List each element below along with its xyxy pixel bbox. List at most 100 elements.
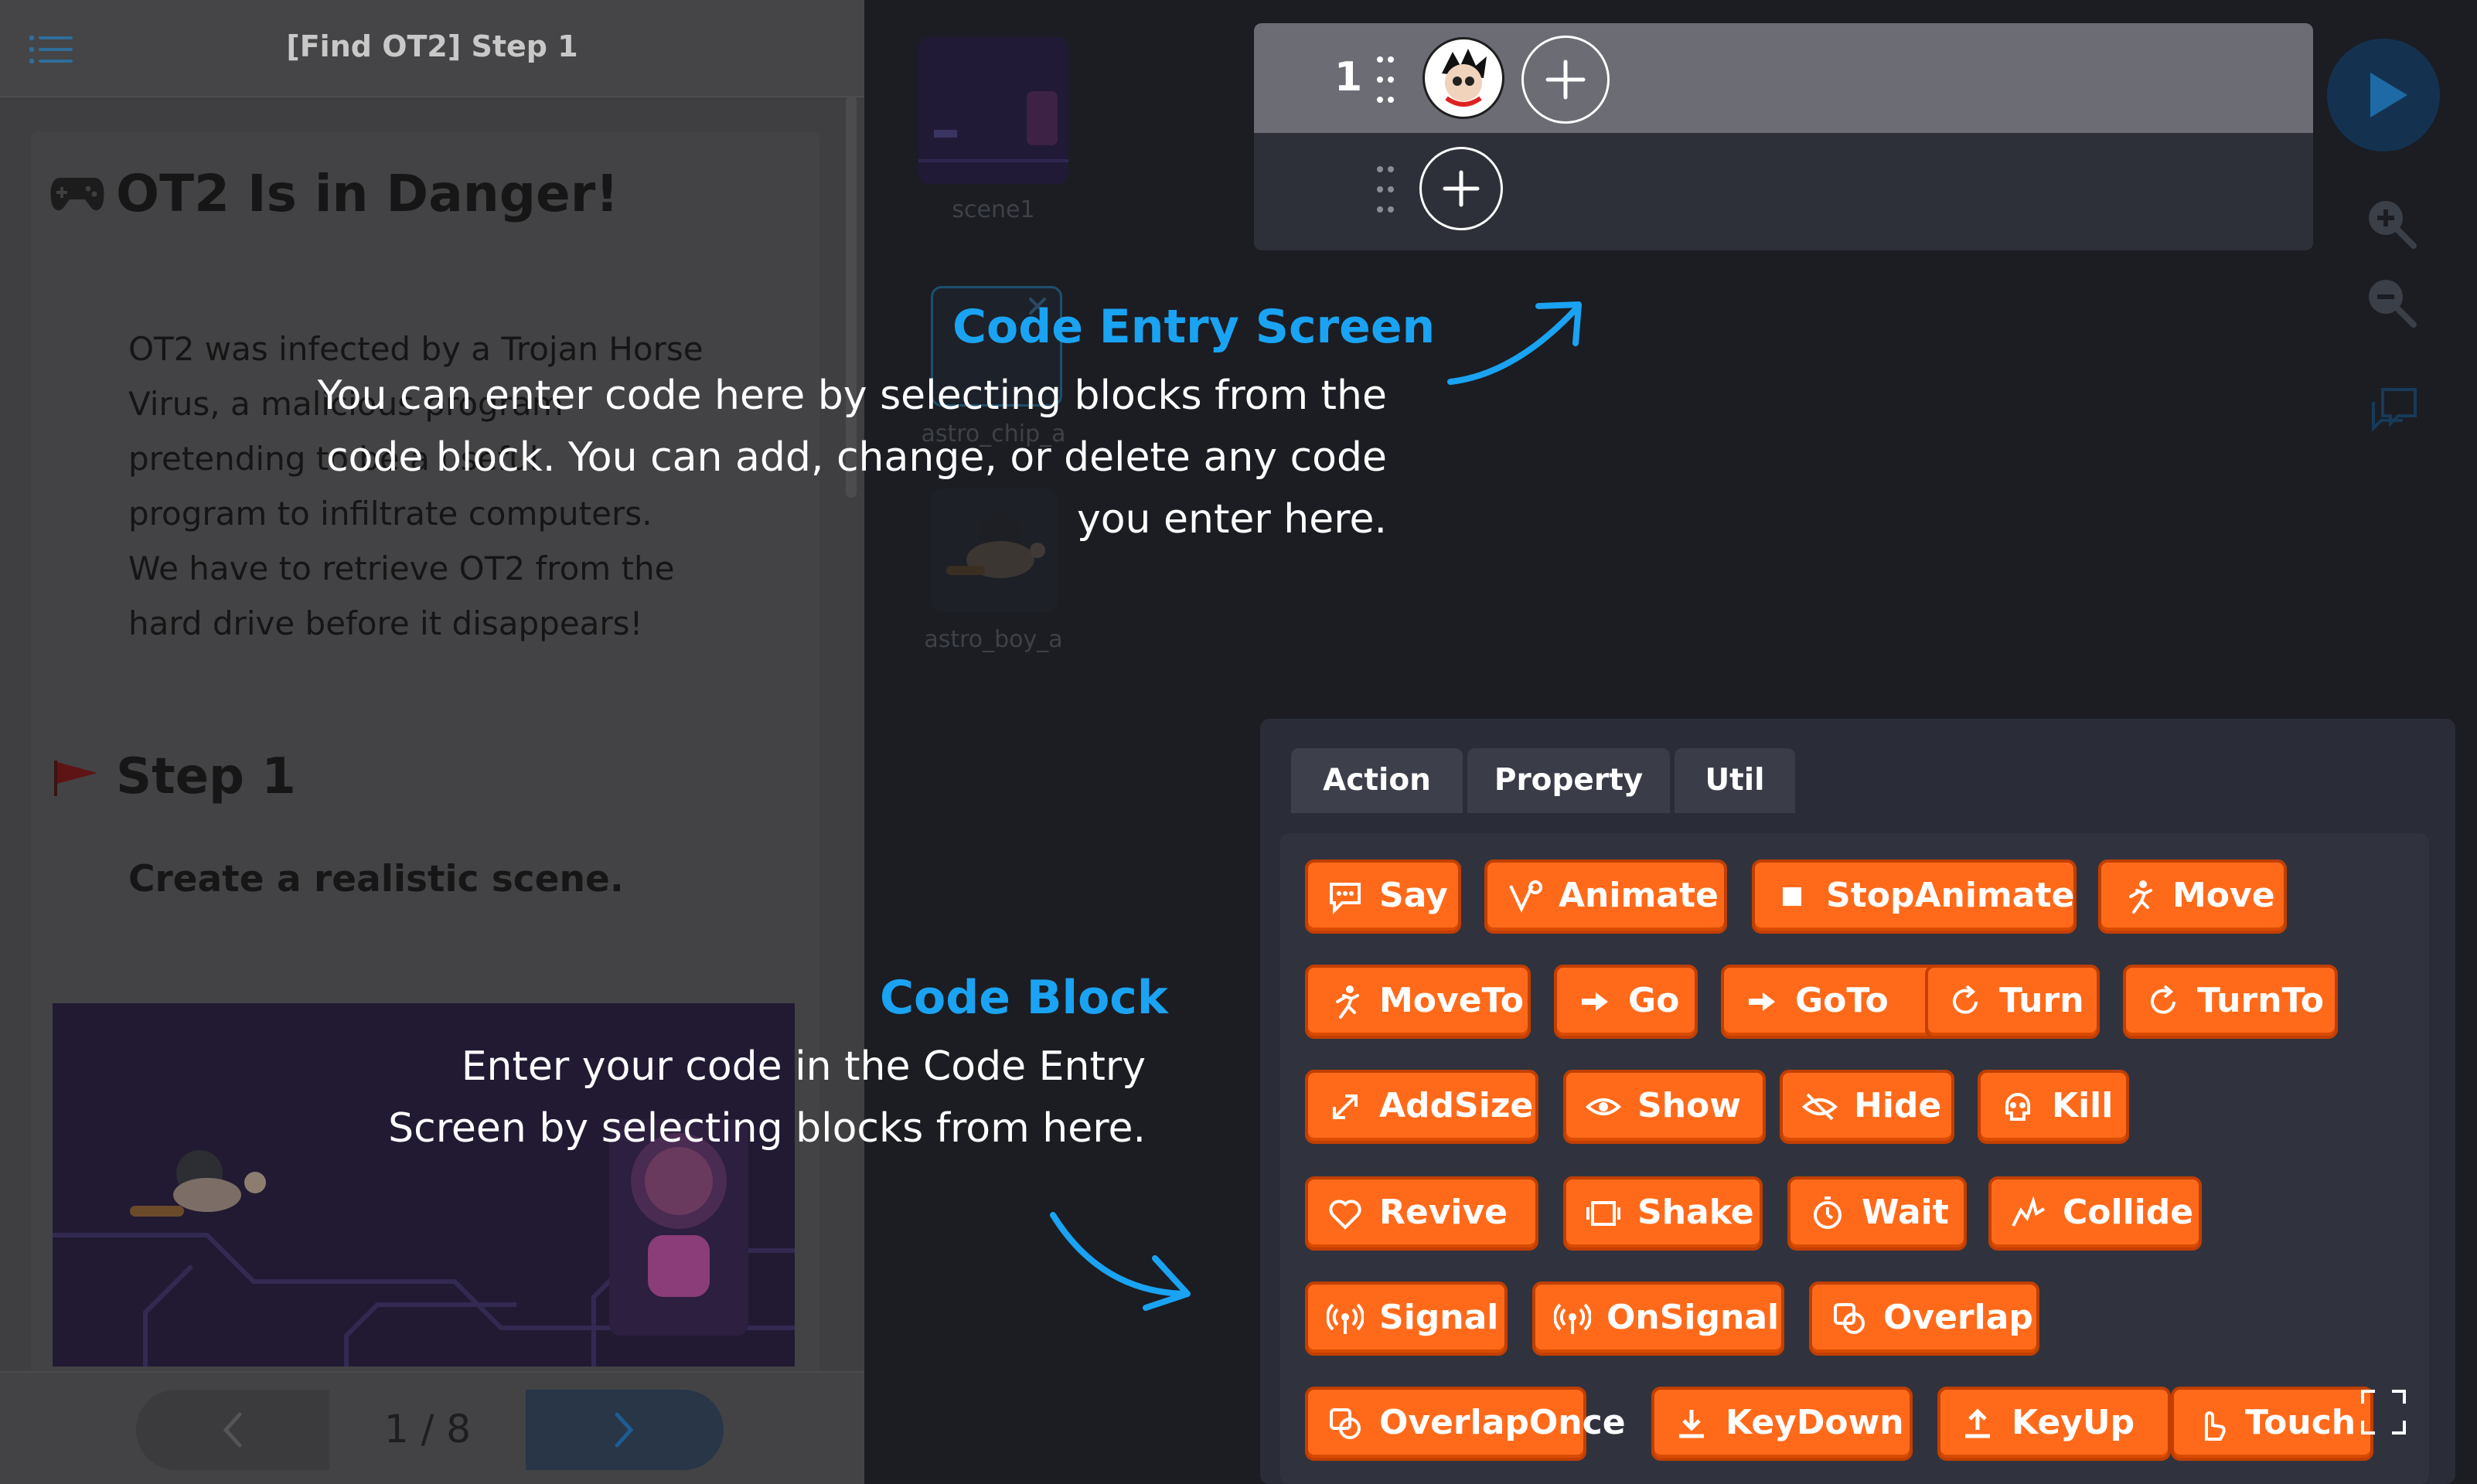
chevron-left-icon xyxy=(223,1412,242,1448)
play-icon xyxy=(2370,73,2407,117)
run-button[interactable] xyxy=(2327,39,2440,151)
block-go[interactable]: Go xyxy=(1554,965,1698,1039)
block-label: Revive xyxy=(1379,1193,1508,1232)
block-overlaponce[interactable]: OverlapOnce xyxy=(1305,1387,1626,1461)
block-stopanimate[interactable]: StopAnimate xyxy=(1752,859,2077,934)
instruction-panel: [Find OT2] Step 1 OT2 Is in Danger! OT2 … xyxy=(0,0,864,1484)
block-move[interactable]: Move xyxy=(2098,859,2287,934)
block-keydown[interactable]: KeyDown xyxy=(1651,1387,1913,1461)
block-say[interactable]: Say xyxy=(1305,859,1461,934)
overlap-icon xyxy=(1330,1408,1361,1439)
block-turnto[interactable]: TurnTo xyxy=(2123,965,2338,1039)
drag-handle-icon[interactable] xyxy=(1376,56,1395,104)
gamepad-icon xyxy=(50,178,104,211)
block-hide[interactable]: Hide xyxy=(1780,1070,1954,1144)
plus-icon xyxy=(1545,60,1586,100)
arrow-right-icon xyxy=(1582,992,1608,1011)
help-chat-icon[interactable] xyxy=(2370,386,2420,436)
timer-icon xyxy=(1814,1196,1842,1229)
block-label: OnSignal xyxy=(1606,1298,1780,1337)
block-label: TurnTo xyxy=(2197,981,2324,1020)
block-label: Say xyxy=(1379,876,1448,915)
code-row-number: 1 xyxy=(1334,54,1363,100)
shake-icon xyxy=(1586,1201,1620,1226)
skull-icon xyxy=(2005,1093,2030,1121)
upload-icon xyxy=(1965,1408,1990,1438)
block-label: MoveTo xyxy=(1379,981,1524,1020)
chevron-right-icon xyxy=(615,1412,634,1448)
code-block-callout-line: Screen by selecting blocks from here. xyxy=(388,1105,1146,1152)
zoom-out-icon[interactable] xyxy=(2364,275,2420,331)
code-entry-screen[interactable] xyxy=(1254,23,2313,250)
scene-label: scene1 xyxy=(952,196,1035,223)
block-label: Hide xyxy=(1854,1086,1942,1125)
block-shake[interactable]: Shake xyxy=(1563,1176,1763,1251)
code-entry-callout-line: code block. You can add, change, or dele… xyxy=(325,434,1387,481)
running-icon xyxy=(2129,880,2152,914)
block-label: Overlap xyxy=(1883,1298,2033,1337)
download-icon xyxy=(1679,1410,1704,1438)
block-label: GoTo xyxy=(1795,981,1889,1020)
broadcast-icon xyxy=(1327,1303,1364,1334)
arrow-down-right-icon xyxy=(1050,1212,1191,1311)
block-onsignal[interactable]: OnSignal xyxy=(1532,1281,1784,1356)
code-row[interactable] xyxy=(1254,23,2313,133)
tab-util[interactable]: Util xyxy=(1675,748,1795,813)
block-touch[interactable]: Touch xyxy=(2171,1387,2373,1461)
zoom-in-icon[interactable] xyxy=(2364,196,2420,252)
broadcast-icon xyxy=(1554,1303,1591,1334)
plus-icon xyxy=(1443,170,1480,207)
arrow-right-icon xyxy=(1749,992,1775,1011)
block-goto[interactable]: GoTo xyxy=(1721,965,1957,1039)
lesson-header: [Find OT2] Step 1 xyxy=(0,0,864,97)
previous-page-button[interactable] xyxy=(136,1390,329,1470)
scene-thumbnail[interactable] xyxy=(918,37,1068,184)
block-moveto[interactable]: MoveTo xyxy=(1305,965,1531,1039)
tab-action[interactable]: Action xyxy=(1291,748,1463,813)
block-label: OverlapOnce xyxy=(1379,1403,1626,1442)
lesson-paragraph-line: hard drive before it disappears! xyxy=(128,604,643,642)
add-row-button[interactable] xyxy=(1419,147,1503,230)
block-label: Go xyxy=(1628,981,1680,1020)
heart-icon xyxy=(1329,1200,1361,1230)
block-keyup[interactable]: KeyUp xyxy=(1937,1387,2171,1461)
code-entry-callout-title: Code Entry Screen xyxy=(952,300,1436,354)
eye-icon xyxy=(1586,1098,1621,1115)
block-wait[interactable]: Wait xyxy=(1787,1176,1967,1251)
lesson-header-title: [Find OT2] Step 1 xyxy=(286,29,578,63)
block-collide[interactable]: Collide xyxy=(1988,1176,2202,1251)
astro-boy-avatar-icon xyxy=(1442,49,1487,107)
arrow-up-right-icon xyxy=(1447,301,1582,385)
animate-icon xyxy=(1509,880,1542,913)
add-block-button[interactable] xyxy=(1521,36,1610,124)
block-label: Collide xyxy=(2063,1193,2194,1232)
sprite-avatar[interactable] xyxy=(1422,37,1504,119)
block-show[interactable]: Show xyxy=(1563,1070,1766,1144)
block-overlap[interactable]: Overlap xyxy=(1809,1281,2039,1356)
overlap-icon xyxy=(1834,1303,1865,1334)
scene-preview-image xyxy=(918,37,1068,184)
eye-off-icon xyxy=(1802,1093,1838,1121)
block-revive[interactable]: Revive xyxy=(1305,1176,1538,1251)
block-kill[interactable]: Kill xyxy=(1978,1070,2129,1144)
drag-handle-icon[interactable] xyxy=(1376,165,1395,213)
lesson-title: OT2 Is in Danger! xyxy=(116,164,619,223)
block-label: Signal xyxy=(1379,1298,1499,1337)
step-subtitle: Create a realistic scene. xyxy=(128,858,624,900)
next-page-button[interactable] xyxy=(526,1390,724,1470)
step-title: Step 1 xyxy=(116,748,296,805)
tab-property[interactable]: Property xyxy=(1467,748,1670,813)
block-label: Shake xyxy=(1637,1193,1754,1232)
rotate-icon xyxy=(1953,985,1978,1014)
block-animate[interactable]: Animate xyxy=(1484,859,1727,934)
code-block-callout-title: Code Block xyxy=(880,971,1168,1025)
block-turn[interactable]: Turn xyxy=(1925,965,2100,1039)
code-block-callout-line: Enter your code in the Code Entry xyxy=(461,1043,1146,1090)
running-icon xyxy=(1336,985,1359,1019)
sprite-label: astro_boy_a xyxy=(924,626,1063,653)
block-signal[interactable]: Signal xyxy=(1305,1281,1508,1356)
rotate-icon xyxy=(2151,985,2175,1014)
block-addsize[interactable]: AddSize xyxy=(1305,1070,1538,1144)
fullscreen-icon[interactable] xyxy=(2359,1388,2407,1436)
code-entry-callout-line: You can enter code here by selecting blo… xyxy=(317,373,1387,419)
